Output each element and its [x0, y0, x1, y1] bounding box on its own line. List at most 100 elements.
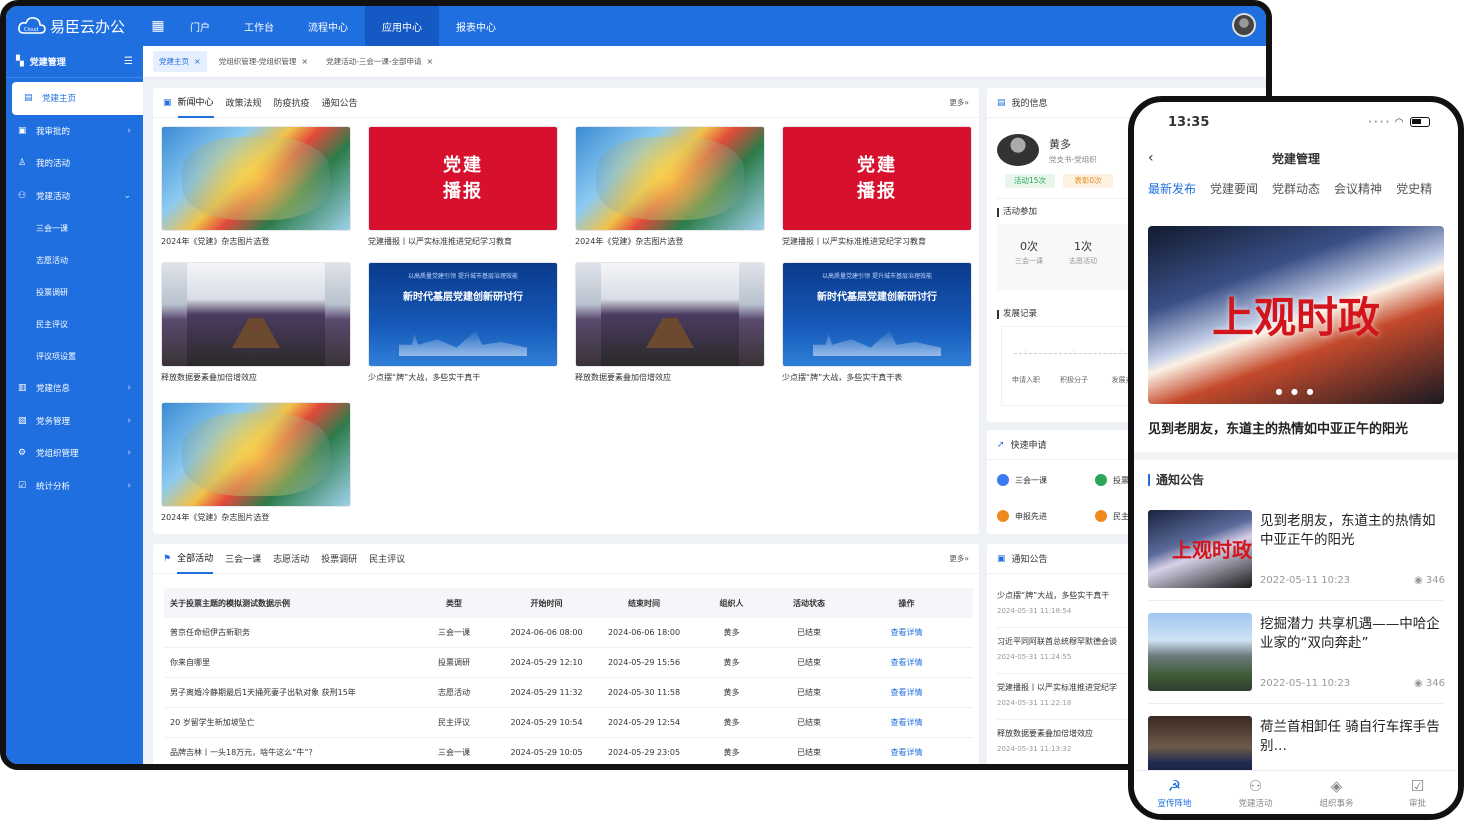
apps-grid-icon[interactable]: ▦: [143, 18, 173, 34]
sidebar-subitem-three-meetings[interactable]: 三会一课: [6, 212, 143, 244]
tab-epidemic[interactable]: 防疫抗疫: [274, 88, 310, 117]
topnav-report-center[interactable]: 报表中心: [439, 6, 513, 46]
sidebar-item-party-affairs[interactable]: ▧ 党务管理 ›: [6, 405, 143, 438]
view-details-link[interactable]: 查看详情: [844, 657, 969, 668]
table-cell: 男子离婚冷静期最后1天捅死妻子出轨对象 获刑15年: [170, 688, 356, 697]
tab-policy[interactable]: 政策法规: [226, 88, 262, 117]
tab-org-management[interactable]: 党组织管理-党组织管理 ×: [213, 51, 314, 72]
topnav-app-center[interactable]: 应用中心: [365, 6, 439, 46]
tab-activity-applications[interactable]: 党建活动-三会一课-全部申请 ×: [320, 51, 439, 72]
sidebar-item-party-org[interactable]: ⚙ 党组织管理 ›: [6, 437, 143, 470]
news-card[interactable]: 党建 播报 党建播报丨以严实标准推进党纪学习教育: [782, 126, 972, 247]
quick-apply-label: 民主: [1113, 511, 1129, 521]
sidebar-item-statistics[interactable]: ☑ 统计分析 ›: [6, 470, 143, 503]
quick-apply-advanced[interactable]: 申报先进: [997, 510, 1047, 522]
sidebar-item-my-activities[interactable]: ♙ 我的活动: [6, 147, 143, 180]
bottom-nav-activities[interactable]: ⚇ 党建活动: [1215, 771, 1296, 814]
news-card[interactable]: 2024年《党建》杂志图片选登: [161, 402, 351, 523]
close-icon[interactable]: ×: [301, 57, 308, 66]
phone-tab-dynamics[interactable]: 党群动态: [1272, 180, 1320, 197]
tab-vote-survey[interactable]: 投票调研: [321, 544, 357, 573]
quick-apply-vote[interactable]: 投票: [1095, 474, 1129, 486]
sidebar: ▚ 党建管理 ☰ ▤ 党建主页 ▣ 我审批的 › ♙ 我的活动 ⚇ 党建活动 ⌄…: [6, 46, 143, 764]
view-details-link[interactable]: 查看详情: [844, 627, 969, 638]
news-card[interactable]: 党建 播报 党建播报丨以严实标准推进党纪学习教育: [368, 126, 558, 247]
sidebar-item-party-activities[interactable]: ⚇ 党建活动 ⌄: [6, 180, 143, 213]
affairs-icon: ▧: [18, 415, 27, 426]
sidebar-subitem-democratic-review[interactable]: 民主评议: [6, 308, 143, 340]
tab-notices[interactable]: 通知公告: [322, 88, 358, 117]
news-card[interactable]: 以高质量党建引领 提升城市基层治理效能 新时代基层党建创新研讨行 少点摆“牌”大战，…: [368, 262, 558, 383]
table-cell: 黄多: [723, 688, 740, 697]
tab-party-home[interactable]: 党建主页 ×: [153, 51, 207, 72]
table-cell: 三会一课: [438, 628, 470, 637]
close-icon[interactable]: ×: [427, 57, 434, 66]
view-details-link[interactable]: 查看详情: [844, 687, 969, 698]
top-bar: Cloud 易臣云办公 ▦ 门户 工作台 流程中心 应用中心 报表中心: [6, 6, 1266, 46]
tab-news-center[interactable]: 新闻中心: [177, 87, 214, 118]
sidebar-item-home[interactable]: ▤ 党建主页: [12, 82, 143, 115]
divider: [1148, 703, 1444, 704]
phone-tab-meetings[interactable]: 会议精神: [1334, 180, 1382, 197]
tab-democratic-review[interactable]: 民主评议: [369, 544, 405, 573]
table-cell: 黄多: [723, 748, 740, 757]
phone-tab-history[interactable]: 党史精: [1396, 180, 1432, 197]
table-cell: 已结束: [797, 688, 821, 697]
sidebar-subitem-review-settings[interactable]: 评议项设置: [6, 340, 143, 372]
record-title: 发展记录: [997, 310, 1037, 319]
user-avatar[interactable]: [1232, 13, 1256, 37]
phone-news-item[interactable]: 上观时政 见到老朋友，东道主的热情如中亚正午的阳光 2022-05-11 10:…: [1148, 510, 1448, 590]
activity-panel: ⚑ 全部活动 三会一课 志愿活动 投票调研 民主评议 更多» 关于投票主题的模拟…: [153, 543, 979, 764]
table-cell: 2024-05-29 15:56: [607, 658, 681, 667]
bottom-nav-org-affairs[interactable]: ◈ 组织事务: [1296, 771, 1377, 814]
news-caption: 2024年《党建》杂志图片选登: [575, 237, 684, 246]
tab-all-activities[interactable]: 全部活动: [177, 543, 214, 574]
news-panel-header: ▣ 新闻中心 政策法规 防疫抗疫 通知公告 更多»: [153, 88, 979, 118]
hero-caption[interactable]: 见到老朋友，东道主的热情如中亚正午的阳光: [1148, 418, 1408, 437]
quick-apply-three-meetings[interactable]: 三会一课: [997, 474, 1047, 486]
tab-volunteer[interactable]: 志愿活动: [273, 544, 309, 573]
more-link[interactable]: 更多»: [949, 97, 969, 108]
phone-nav-bar: ‹ 党建管理: [1134, 142, 1458, 174]
approval-icon: ▣: [18, 125, 27, 136]
close-icon[interactable]: ×: [194, 57, 201, 66]
sidebar-header: ▚ 党建管理 ☰: [6, 46, 143, 78]
quick-apply-democratic[interactable]: 民主: [1095, 510, 1129, 522]
bottom-nav-label: 审批: [1408, 799, 1426, 809]
news-card[interactable]: 释放数据要素叠加倍增效应: [161, 262, 351, 383]
tab-three-meetings[interactable]: 三会一课: [225, 544, 261, 573]
news-card[interactable]: 2024年《党建》杂志图片选登: [161, 126, 351, 247]
sidebar-item-party-info[interactable]: ▥ 党建信息 ›: [6, 372, 143, 405]
sidebar-subitem-volunteer[interactable]: 志愿活动: [6, 244, 143, 276]
sidebar-subitem-vote-survey[interactable]: 投票调研: [6, 276, 143, 308]
bottom-nav-approval[interactable]: ☑ 审批: [1377, 771, 1458, 814]
news-card[interactable]: 2024年《党建》杂志图片选登: [575, 126, 765, 247]
news-card[interactable]: 释放数据要素叠加倍增效应: [575, 262, 765, 383]
collapse-menu-icon[interactable]: ☰: [124, 56, 133, 67]
news-card[interactable]: 以高质量党建引领 提升城市基层治理效能 新时代基层党建创新研讨行 少点摆“牌”大战，…: [782, 262, 972, 383]
topnav-workbench[interactable]: 工作台: [227, 6, 291, 46]
skyline-graphic: [813, 330, 941, 356]
phone-tab-news[interactable]: 党建要闻: [1210, 180, 1258, 197]
carousel-dots[interactable]: ● ● ●: [1148, 387, 1444, 396]
hero-banner[interactable]: 上观时政 ● ● ●: [1148, 226, 1444, 404]
sidebar-item-my-approvals[interactable]: ▣ 我审批的 ›: [6, 115, 143, 148]
table-row: 普京任命绍伊古新职务 三会一课 2024-06-06 08:00 2024-06-06…: [164, 618, 973, 648]
phone-news-item[interactable]: 挖掘潜力 共享机遇——中哈企业家的“双向奔赴” 2022-05-11 10:23…: [1148, 613, 1448, 693]
topnav-process-center[interactable]: 流程中心: [291, 6, 365, 46]
news-title: 挖掘潜力 共享机遇——中哈企业家的“双向奔赴”: [1260, 616, 1440, 651]
more-link[interactable]: 更多»: [949, 553, 969, 564]
view-details-link[interactable]: 查看详情: [844, 747, 969, 758]
meeting-icon: [997, 474, 1009, 486]
view-details-link[interactable]: 查看详情: [844, 717, 969, 728]
topnav-portal[interactable]: 门户: [173, 6, 227, 46]
party-emblem-icon: ☭: [1167, 777, 1182, 795]
app-logo[interactable]: Cloud 易臣云办公: [6, 16, 143, 37]
table-cell: 三会一课: [438, 748, 470, 757]
news-caption: 党建播报丨以严实标准推进党纪学习教育: [782, 237, 926, 246]
phone-tab-latest[interactable]: 最新发布: [1148, 180, 1196, 197]
back-icon[interactable]: ‹: [1148, 150, 1154, 166]
bottom-nav-propaganda[interactable]: ☭ 宣传阵地: [1134, 771, 1215, 814]
sidebar-item-label: 统计分析: [36, 481, 71, 492]
table-cell: 2024-06-06 08:00: [510, 628, 583, 637]
